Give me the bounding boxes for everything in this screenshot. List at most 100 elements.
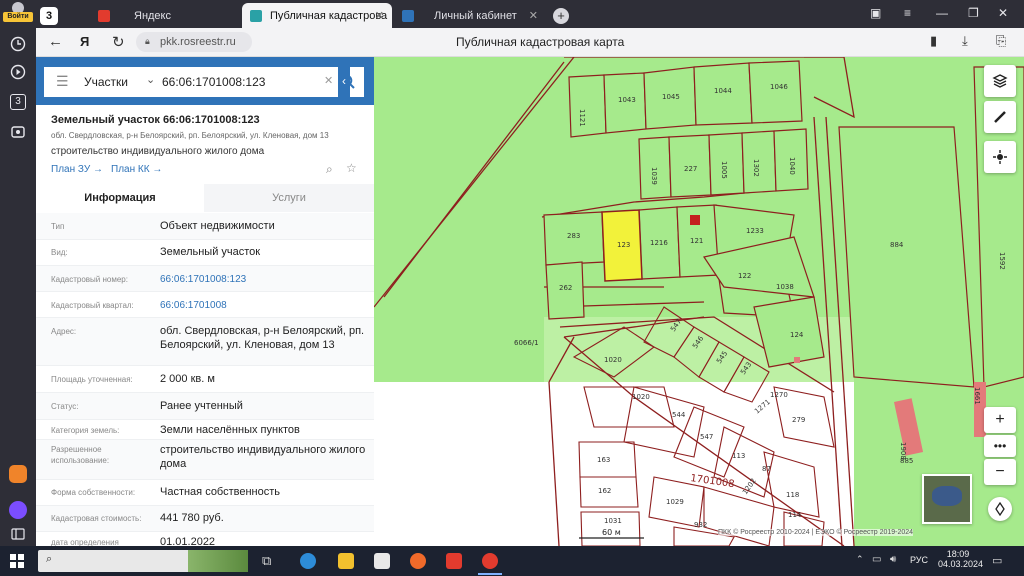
- restore-icon[interactable]: ❐: [968, 6, 979, 20]
- field-value: обл. Свердловская, р-н Белоярский, рп. Б…: [160, 325, 365, 351]
- url-field[interactable]: 🔒︎ pkk.rosreestr.ru: [136, 32, 252, 52]
- clock-icon[interactable]: [6, 32, 30, 56]
- parcel-label: 544: [672, 411, 686, 419]
- time: 18:09: [946, 549, 970, 559]
- field-value: Земельный участок: [160, 246, 261, 258]
- tab-cabinet[interactable]: Личный кабинет ✕: [394, 3, 546, 28]
- download-icon[interactable]: ⤓: [962, 33, 968, 49]
- search-bar: ☰ Участки ⌄ 66:06:1701008:123 ✕: [36, 57, 374, 105]
- collapse-panel-button[interactable]: ‹: [338, 57, 350, 105]
- parcel-label: 1121: [578, 109, 586, 127]
- layers-icon: [992, 74, 1008, 88]
- field-label: Кадастровая стоимость:: [51, 514, 142, 523]
- login-button[interactable]: Войти: [3, 0, 33, 22]
- edge-icon[interactable]: [300, 553, 316, 569]
- tabs-counter-icon[interactable]: 3: [6, 90, 30, 114]
- notifications-icon[interactable]: ▭: [992, 554, 1002, 567]
- search-box: ☰ Участки ⌄ 66:06:1701008:123 ✕: [44, 67, 364, 97]
- zoom-in-button[interactable]: +: [984, 407, 1016, 433]
- search-icon: ⌕: [46, 553, 53, 565]
- field-label: Вид:: [51, 248, 68, 257]
- compass-icon: [995, 502, 1005, 516]
- close-tab-icon[interactable]: ✕: [375, 9, 384, 22]
- parcel-label: 1020: [632, 393, 650, 401]
- chevron-down-icon[interactable]: ⌄: [146, 73, 155, 86]
- menu-hamburger-icon[interactable]: ☰: [56, 73, 69, 90]
- active-app-indicator: [478, 573, 502, 575]
- alice-icon[interactable]: [6, 498, 30, 522]
- yandex-favicon-icon: [98, 9, 110, 22]
- tray-chevron-icon[interactable]: ⌃: [856, 554, 864, 565]
- measure-button[interactable]: [984, 101, 1016, 133]
- parcel-label: 1005: [720, 161, 728, 179]
- star-icon[interactable]: ☆: [346, 161, 357, 175]
- minimize-icon[interactable]: —: [936, 6, 948, 20]
- parcel-label: 1038: [776, 283, 794, 291]
- play-icon[interactable]: [6, 60, 30, 84]
- firefox-icon[interactable]: [410, 553, 426, 569]
- bookmark-icon[interactable]: ▮: [930, 33, 937, 49]
- field-row: Статус: Ранее учтенный: [36, 393, 374, 420]
- building: [794, 357, 800, 363]
- building: [690, 215, 700, 225]
- locate-button[interactable]: [984, 141, 1016, 173]
- close-tab-icon[interactable]: ✕: [529, 9, 538, 22]
- field-row: Кадастровая стоимость: 441 780 руб.: [36, 506, 374, 532]
- more-button[interactable]: •••: [984, 435, 1016, 457]
- cadastral-number-link[interactable]: 66:06:1701008:123: [160, 273, 370, 287]
- parcel-label: 6066/1: [514, 339, 539, 347]
- parcel-label: 114: [788, 511, 802, 519]
- compass-button[interactable]: [988, 497, 1012, 521]
- field-row: Разрешенное использование: строительство…: [36, 440, 374, 480]
- task-view-icon[interactable]: ⧉: [262, 553, 278, 569]
- clear-icon[interactable]: ✕: [324, 74, 333, 87]
- network-icon[interactable]: ▭: [872, 554, 881, 565]
- reload-icon[interactable]: ↻: [112, 33, 125, 51]
- yandex-logo-icon[interactable]: Я: [80, 34, 89, 49]
- field-label: Категория земель:: [51, 426, 120, 435]
- yandex-icon[interactable]: [446, 553, 462, 569]
- map-attribution: ПКК © Росреестр 2010-2024 | ЕЭКО © Росре…: [718, 529, 914, 536]
- search-input[interactable]: 66:06:1701008:123: [162, 75, 265, 89]
- tab-yandex[interactable]: Яндекс: [90, 3, 240, 28]
- back-arrow-icon[interactable]: ←: [48, 33, 63, 50]
- close-window-icon[interactable]: ✕: [998, 6, 1008, 20]
- extensions-icon[interactable]: ⎘: [996, 33, 1006, 49]
- tab-services[interactable]: Услуги: [204, 184, 374, 212]
- field-label: Статус:: [51, 402, 79, 411]
- zoom-out-button[interactable]: −: [984, 459, 1016, 485]
- yandex-browser-icon[interactable]: [482, 553, 498, 569]
- field-row: Кадастровый номер: 66:06:1701008:123: [36, 266, 374, 292]
- menu-icon[interactable]: ≡: [904, 6, 911, 20]
- plan-kk-link[interactable]: План КК →: [111, 164, 162, 175]
- media-icon[interactable]: [6, 120, 30, 144]
- parcel-label: 1043: [618, 96, 636, 104]
- plan-zu-link[interactable]: План ЗУ →: [51, 164, 103, 175]
- tab-rosreestr[interactable]: Публичная кадастрова ✕: [242, 3, 392, 28]
- new-tab-button[interactable]: +: [550, 3, 572, 28]
- tab-information[interactable]: Информация: [36, 184, 204, 212]
- bookmarks-icon[interactable]: ▣: [870, 6, 881, 20]
- app-icon[interactable]: [6, 462, 30, 486]
- url-text: pkk.rosreestr.ru: [160, 36, 236, 48]
- map-canvas[interactable]: 1121 1043 1045 1044 1046 1039 227 1005 1…: [374, 57, 1024, 546]
- minimap-thumbnail[interactable]: [922, 474, 972, 524]
- windows-start-icon[interactable]: [10, 554, 24, 571]
- parcel-label: 1020: [604, 356, 622, 364]
- explorer-icon[interactable]: [338, 553, 354, 569]
- locate-icon[interactable]: ⌕: [326, 162, 333, 177]
- mail-icon[interactable]: [374, 553, 390, 569]
- empty-area: [374, 382, 564, 546]
- cadastral-quarter-link[interactable]: 66:06:1701008: [160, 299, 370, 313]
- cadastral-map[interactable]: 1121 1043 1045 1044 1046 1039 227 1005 1…: [374, 57, 1024, 546]
- plus-icon: +: [553, 7, 569, 24]
- taskbar-search[interactable]: ⌕: [38, 550, 248, 572]
- search-category-select[interactable]: Участки: [84, 75, 128, 89]
- tab-counter-button[interactable]: 3: [36, 3, 62, 28]
- clock[interactable]: 18:09 04.03.2024: [938, 549, 983, 569]
- layers-button[interactable]: [984, 65, 1016, 97]
- volume-icon[interactable]: 🔊︎: [890, 554, 896, 565]
- language-indicator[interactable]: РУС: [910, 555, 928, 565]
- hide-sidebar-icon[interactable]: [6, 522, 30, 546]
- info-panel: ☰ Участки ⌄ 66:06:1701008:123 ✕ Земельны…: [36, 57, 374, 548]
